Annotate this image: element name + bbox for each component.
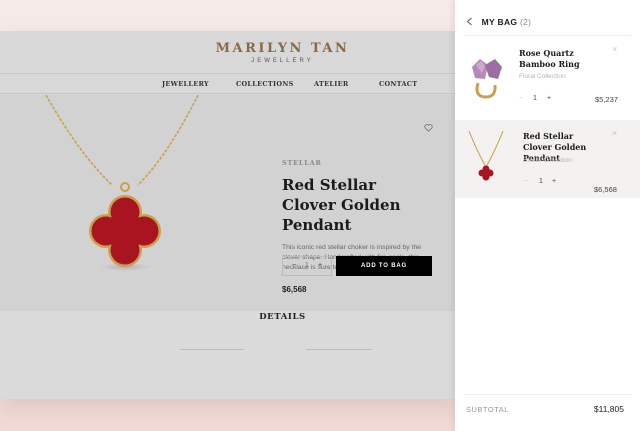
back-chevron-icon[interactable] [466,17,473,26]
minus-icon[interactable]: − [524,178,528,185]
bag-item-quantity: 1 [539,178,543,185]
main-nav: JEWELLERY COLLECTIONS ATELIER CONTACT [0,73,460,94]
product-price: $6,568 [282,285,307,294]
nav-item-contact[interactable]: CONTACT [379,80,417,88]
nav-item-jewellery[interactable]: JEWELLERY [162,80,209,88]
bag-count: (2) [520,17,532,27]
bag-item-collection: Stellar Collection [523,157,572,164]
bag-drawer: MY BAG (2) Rose Quartz Bamboo Ring Flora… [455,0,640,431]
add-to-bag-button[interactable]: ADD TO BAG [336,256,432,276]
plus-icon[interactable]: + [547,95,551,102]
bag-title: MY BAG [481,17,518,27]
minus-icon[interactable]: − [292,262,296,269]
close-icon[interactable]: × [612,44,617,54]
bag-item: Rose Quartz Bamboo Ring Floral Collectio… [455,36,640,118]
bag-item-name[interactable]: Rose Quartz Bamboo Ring [519,48,599,70]
subtotal-divider [464,394,631,395]
details-section [0,311,460,399]
bag-item-price: $5,237 [595,95,618,104]
product-hero: STELLAR Red Stellar Clover Golden Pendan… [0,95,460,311]
bag-header: MY BAG (2) [466,17,531,27]
bag-item-collection: Floral Collection [519,73,566,80]
plus-icon[interactable]: + [318,262,322,269]
ring-image [472,59,502,99]
pendant-thumbnail [468,131,504,181]
heart-icon[interactable] [424,124,433,132]
bag-item-price: $6,568 [594,185,617,194]
pendant-image [45,95,199,271]
close-icon[interactable]: × [612,128,617,138]
details-divider-left [180,349,244,350]
details-divider-right [306,349,372,350]
plus-icon[interactable]: + [552,178,556,185]
quantity-stepper: − 1 + [282,256,332,276]
nav-item-atelier[interactable]: ATELIER [314,80,349,88]
subtotal-value: $11,805 [593,404,624,414]
quantity-value: 1 [305,262,309,269]
storefront-page: MARILYN TAN JEWELLERY JEWELLERY COLLECTI… [0,31,460,399]
subtotal-label: SUBTOTAL [466,405,509,414]
bag-item: Red Stellar Clover Golden Pendant Stella… [455,120,640,198]
product-name: Red Stellar Clover Golden Pendant [282,176,401,234]
minus-icon[interactable]: − [519,95,523,102]
product-collection: STELLAR [282,159,322,167]
bag-item-quantity: 1 [533,95,537,102]
nav-item-collections[interactable]: COLLECTIONS [236,80,294,88]
